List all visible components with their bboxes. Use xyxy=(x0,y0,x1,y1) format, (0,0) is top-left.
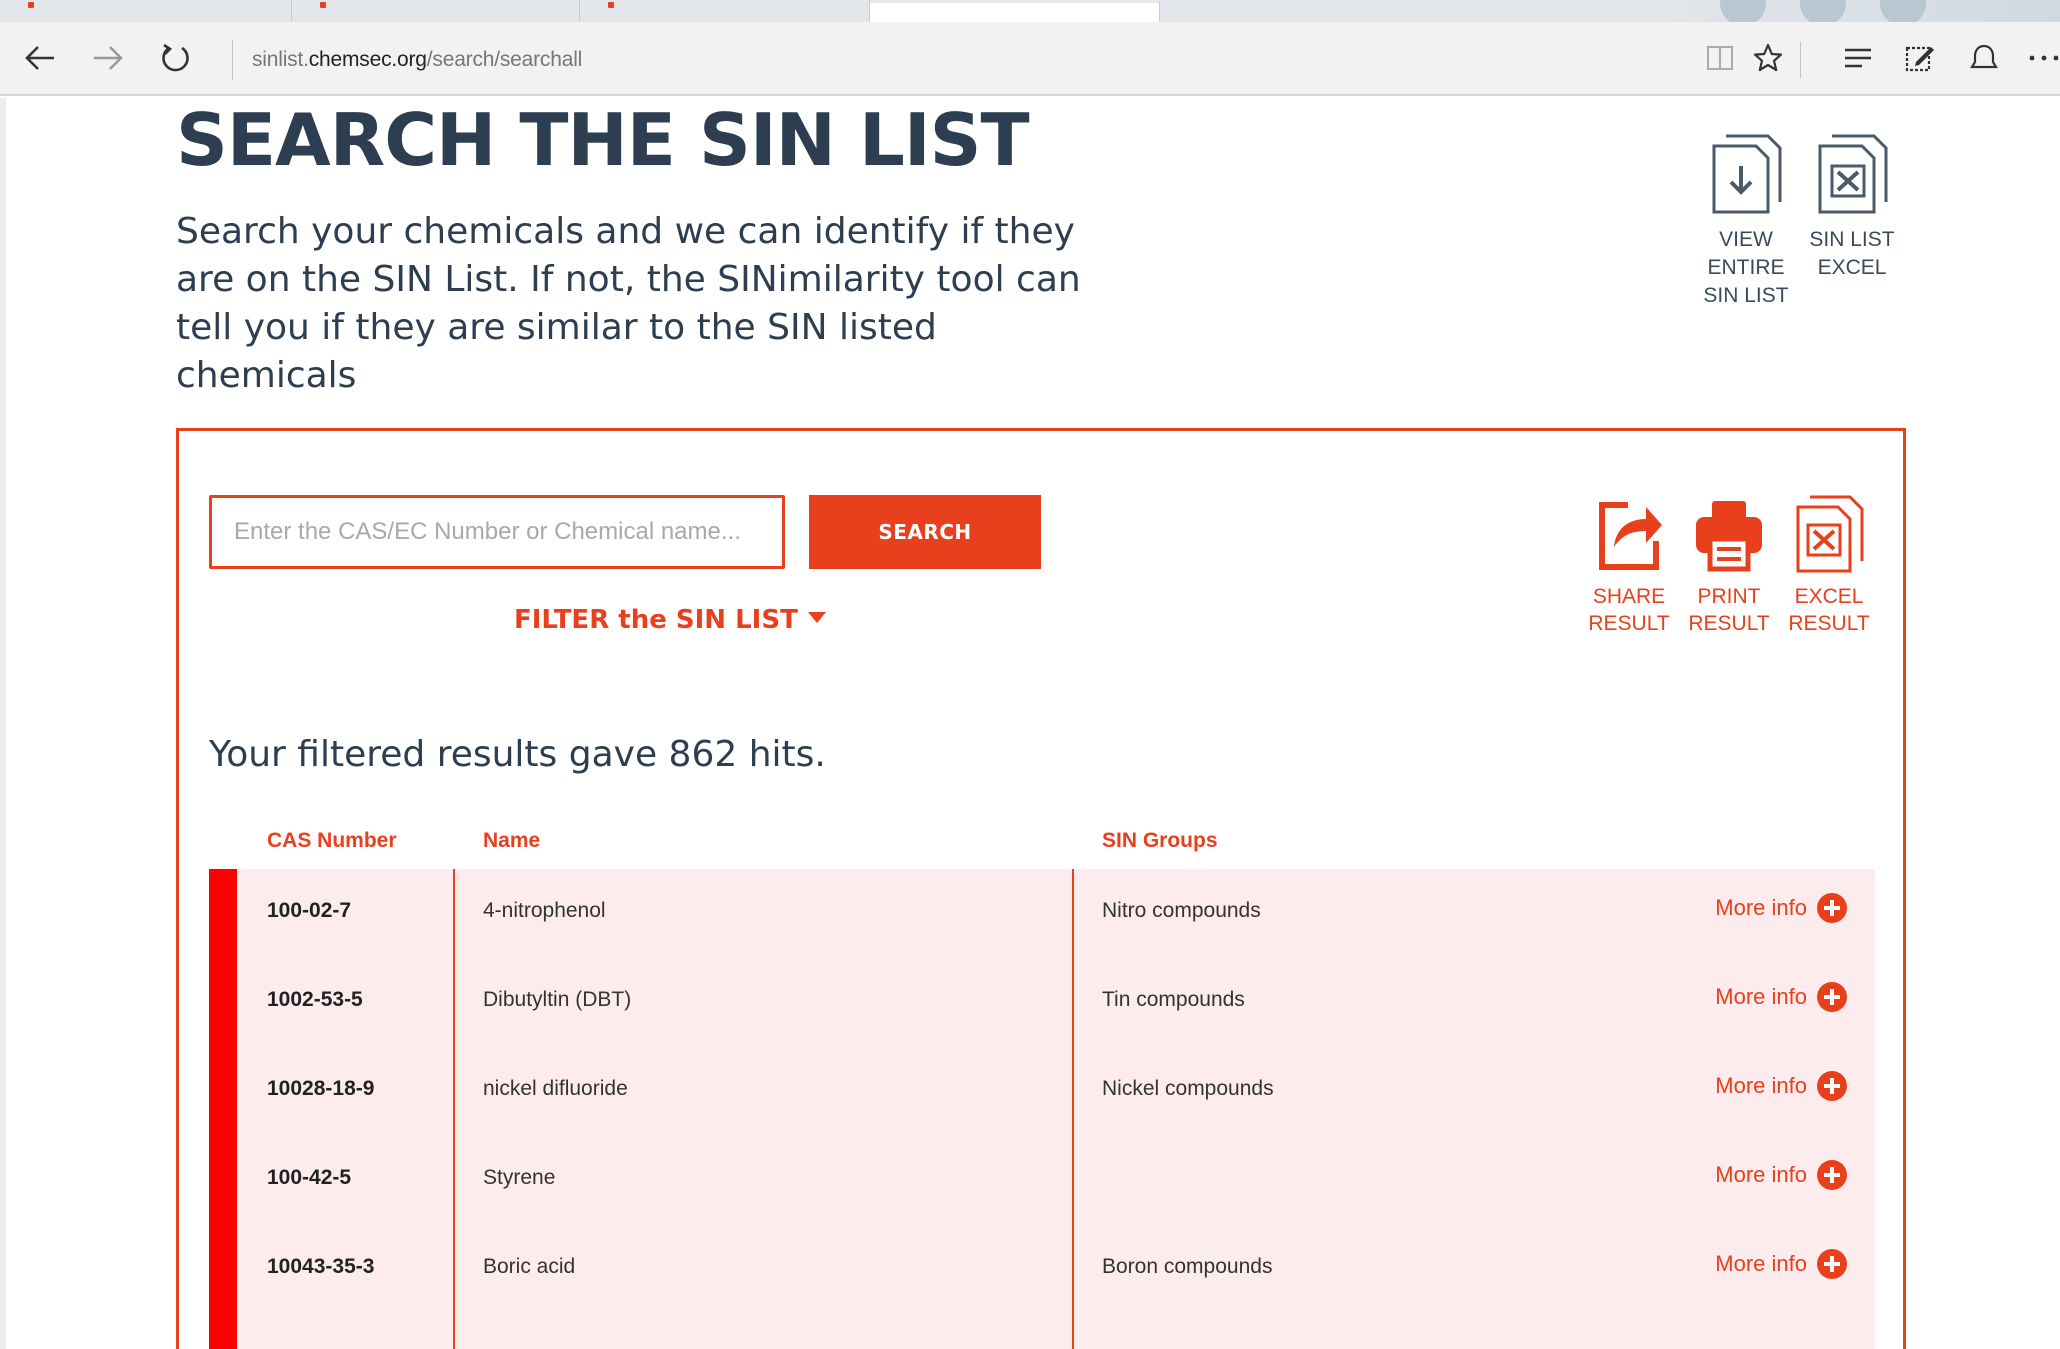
share-label-2: RESULT xyxy=(1588,612,1670,635)
view-list-label-2: ENTIRE xyxy=(1707,256,1785,279)
tab-favicon xyxy=(608,2,614,8)
more-info-label: More info xyxy=(1715,1073,1807,1098)
column-header-groups[interactable]: SIN Groups xyxy=(1102,829,1218,853)
share-icon[interactable] xyxy=(1964,38,2004,78)
column-header-name[interactable]: Name xyxy=(483,829,540,853)
tabstrip-background xyxy=(1660,0,2060,26)
table-row: 1002-53-5 Dibutyltin (DBT) Tin compounds… xyxy=(209,958,1875,1047)
view-entire-list-button[interactable]: VIEW ENTIRE SIN LIST xyxy=(1696,132,1796,310)
excel-document-icon xyxy=(1818,134,1888,214)
web-page: SEARCH THE SIN LIST Search your chemical… xyxy=(0,98,2060,1349)
excel-result-icon xyxy=(1796,495,1864,573)
caret-down-icon xyxy=(807,612,826,623)
more-info-link[interactable]: More info xyxy=(1715,1160,1847,1190)
more-info-label: More info xyxy=(1715,895,1807,920)
browser-tab-3[interactable] xyxy=(580,0,870,22)
more-info-label: More info xyxy=(1715,984,1807,1009)
cell-name: Boric acid xyxy=(483,1255,576,1278)
toolbar-separator xyxy=(1800,42,1801,78)
column-header-cas[interactable]: CAS Number xyxy=(267,829,397,853)
table-row: 100-42-5 Styrene More info xyxy=(209,1136,1875,1225)
page-title: SEARCH THE SIN LIST xyxy=(176,98,1030,182)
cell-cas: 1002-53-5 xyxy=(267,988,363,1011)
filter-label: FILTER the SIN LIST xyxy=(514,605,798,635)
hub-icon[interactable] xyxy=(1838,38,1878,78)
plus-circle-icon xyxy=(1817,1071,1847,1101)
search-panel: SEARCH FILTER the SIN LIST SHARE RESULT xyxy=(176,428,1906,1349)
results-summary: Your filtered results gave 862 hits. xyxy=(209,734,826,775)
more-info-label: More info xyxy=(1715,1251,1807,1276)
excel-list-label-2: EXCEL xyxy=(1817,256,1887,279)
more-info-label: More info xyxy=(1715,1162,1807,1187)
share-result-icon xyxy=(1599,502,1662,570)
back-arrow-icon[interactable] xyxy=(20,38,60,78)
table-row: 100-02-7 4-nitrophenol Nitro compounds M… xyxy=(209,869,1875,958)
plus-circle-icon xyxy=(1817,1249,1847,1279)
more-info-link[interactable]: More info xyxy=(1715,893,1847,923)
url-domain: chemsec.org xyxy=(308,48,427,71)
more-info-link[interactable]: More info xyxy=(1715,982,1847,1012)
more-icon[interactable] xyxy=(2024,38,2060,78)
browser-window: sinlist.chemsec.org/search/searchall SEA… xyxy=(0,0,2060,1349)
table-row: 10043-35-3 Boric acid Boron compounds Mo… xyxy=(209,1225,1875,1314)
tab-favicon xyxy=(28,2,34,8)
cell-cas: 100-42-5 xyxy=(267,1166,352,1189)
excel-list-label-1: SIN LIST xyxy=(1809,228,1895,251)
search-button[interactable]: SEARCH xyxy=(809,495,1041,569)
plus-circle-icon xyxy=(1817,982,1847,1012)
reading-view-icon[interactable] xyxy=(1700,38,1740,78)
web-note-icon[interactable] xyxy=(1900,38,1940,78)
url-path: /search/searchall xyxy=(426,48,583,71)
cell-name: Dibutyltin (DBT) xyxy=(483,988,632,1011)
cell-cas: 10028-18-9 xyxy=(267,1077,375,1100)
view-list-label-3: SIN LIST xyxy=(1703,284,1789,307)
navigation-bar: sinlist.chemsec.org/search/searchall xyxy=(0,22,2060,96)
url-prefix: sinlist. xyxy=(252,48,309,71)
intro-text: Search your chemicals and we can identif… xyxy=(176,211,1081,396)
address-bar[interactable]: sinlist.chemsec.org/search/searchall xyxy=(252,48,582,72)
tab-favicon xyxy=(320,2,326,8)
cell-name: 4-nitrophenol xyxy=(483,899,606,922)
cell-group: Tin compounds xyxy=(1102,988,1245,1011)
cell-name: Styrene xyxy=(483,1166,556,1189)
address-separator xyxy=(232,40,233,80)
browser-tab-1[interactable] xyxy=(0,0,292,22)
printer-icon xyxy=(1696,501,1762,572)
favorite-star-icon[interactable] xyxy=(1748,38,1788,78)
excel-label-2: RESULT xyxy=(1788,612,1870,635)
more-info-link[interactable]: More info xyxy=(1715,1249,1847,1279)
table-row: 10028-18-9 nickel difluoride Nickel comp… xyxy=(209,1047,1875,1136)
more-info-link[interactable]: More info xyxy=(1715,1071,1847,1101)
forward-arrow-icon[interactable] xyxy=(88,38,128,78)
refresh-icon[interactable] xyxy=(156,38,196,78)
cell-group: Boron compounds xyxy=(1102,1255,1273,1278)
cell-cas: 100-02-7 xyxy=(267,899,352,922)
plus-circle-icon xyxy=(1817,893,1847,923)
view-list-label-1: VIEW xyxy=(1719,228,1773,251)
results-table: 100-02-7 4-nitrophenol Nitro compounds M… xyxy=(209,869,1875,1349)
tab-strip xyxy=(0,0,2060,26)
plus-circle-icon xyxy=(1817,1160,1847,1190)
cell-group: Nitro compounds xyxy=(1102,899,1261,922)
document-download-icon xyxy=(1712,134,1782,214)
excel-result-button[interactable]: EXCEL RESULT xyxy=(1779,495,1879,637)
cell-name: nickel difluoride xyxy=(483,1077,628,1100)
filter-sin-list-toggle[interactable]: FILTER the SIN LIST xyxy=(514,605,826,635)
search-input[interactable] xyxy=(209,495,785,569)
cell-group: Nickel compounds xyxy=(1102,1077,1274,1100)
excel-label-1: EXCEL xyxy=(1794,585,1864,608)
sin-list-excel-button[interactable]: SIN LIST EXCEL xyxy=(1802,132,1902,282)
print-label-1: PRINT xyxy=(1697,585,1761,608)
print-result-button[interactable]: PRINT RESULT xyxy=(1679,495,1779,637)
table-header: CAS Number Name SIN Groups xyxy=(209,829,1875,869)
share-label-1: SHARE xyxy=(1592,585,1666,608)
print-label-2: RESULT xyxy=(1688,612,1770,635)
cell-cas: 10043-35-3 xyxy=(267,1255,375,1278)
browser-tab-2[interactable] xyxy=(292,0,580,22)
browser-tab-active[interactable] xyxy=(870,0,1160,22)
share-result-button[interactable]: SHARE RESULT xyxy=(1579,495,1679,637)
